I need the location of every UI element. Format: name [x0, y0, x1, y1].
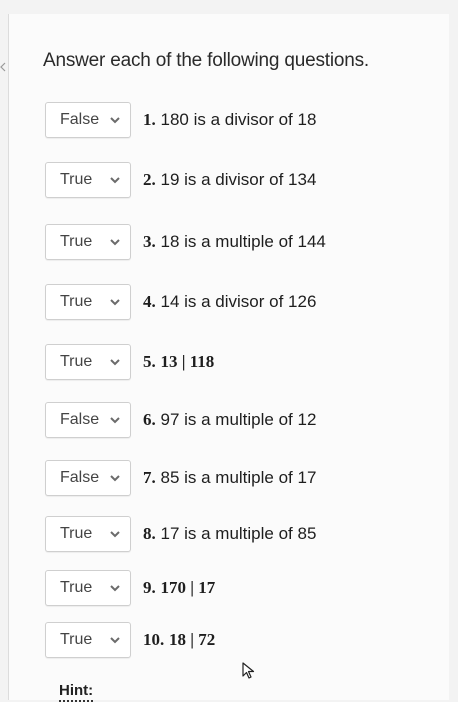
hint-link[interactable]: Hint: — [59, 682, 94, 702]
question-text: 10. 18 | 72 — [143, 630, 215, 650]
question-number: 6. — [143, 410, 156, 429]
dropdown-value: True — [60, 233, 93, 250]
dropdown-value: True — [60, 293, 93, 310]
question-text: 3. 18 is a multiple of 144 — [143, 232, 326, 252]
question-row: True 4. 14 is a divisor of 126 — [9, 284, 449, 324]
question-number: 3. — [143, 232, 156, 251]
scroll-left-icon — [0, 62, 6, 72]
question-statement: 19 is a divisor of 134 — [160, 170, 317, 189]
question-row: False 7. 85 is a multiple of 17 — [9, 460, 449, 500]
question-row: True 10. 18 | 72 — [9, 622, 449, 662]
chevron-down-icon — [110, 117, 120, 124]
dropdown-value: False — [60, 469, 100, 486]
question-statement: 85 is a multiple of 17 — [160, 468, 317, 487]
question-statement: 180 is a divisor of 18 — [160, 110, 317, 129]
question-number: 7. — [143, 468, 156, 487]
question-statement: 97 is a multiple of 12 — [160, 410, 317, 429]
question-number: 1. — [143, 110, 156, 129]
dropdown-value: True — [60, 631, 93, 648]
question-text: 8. 17 is a multiple of 85 — [143, 524, 316, 544]
question-text: 2. 19 is a divisor of 134 — [143, 170, 316, 190]
instructions-heading: Answer each of the following questions. — [43, 50, 369, 71]
question-number: 5. — [143, 352, 156, 371]
chevron-down-icon — [110, 417, 120, 424]
answer-dropdown-8[interactable]: True — [45, 516, 131, 552]
answer-dropdown-5[interactable]: True — [45, 344, 131, 380]
question-statement: 14 is a divisor of 126 — [160, 292, 317, 311]
question-row: True 3. 18 is a multiple of 144 — [9, 224, 449, 264]
question-statement: 13 | 118 — [160, 352, 215, 371]
answer-dropdown-1[interactable]: False — [45, 102, 131, 138]
question-row: False 1. 180 is a divisor of 18 — [9, 102, 449, 142]
question-number: 10. — [143, 630, 165, 649]
question-number: 4. — [143, 292, 156, 311]
answer-dropdown-6[interactable]: False — [45, 402, 131, 438]
answer-dropdown-7[interactable]: False — [45, 460, 131, 496]
question-row: True 2. 19 is a divisor of 134 — [9, 162, 449, 202]
chevron-down-icon — [110, 475, 120, 482]
chevron-down-icon — [110, 359, 120, 366]
answer-dropdown-9[interactable]: True — [45, 570, 131, 606]
chevron-down-icon — [110, 299, 120, 306]
chevron-down-icon — [110, 585, 120, 592]
chevron-down-icon — [110, 637, 120, 644]
chevron-down-icon — [110, 531, 120, 538]
question-text: 9. 170 | 17 — [143, 578, 215, 598]
question-row: True 9. 170 | 17 — [9, 570, 449, 610]
dropdown-value: True — [60, 579, 93, 596]
answer-dropdown-2[interactable]: True — [45, 162, 131, 198]
dropdown-value: True — [60, 353, 93, 370]
dropdown-value: True — [60, 525, 93, 542]
question-panel: Answer each of the following questions. … — [8, 14, 449, 702]
question-text: 1. 180 is a divisor of 18 — [143, 110, 316, 130]
question-text: 7. 85 is a multiple of 17 — [143, 468, 316, 488]
question-statement: 17 is a multiple of 85 — [160, 524, 317, 543]
question-statement: 18 | 72 — [168, 630, 216, 649]
chevron-down-icon — [110, 177, 120, 184]
chevron-down-icon — [110, 239, 120, 246]
question-number: 9. — [143, 578, 156, 597]
question-text: 5. 13 | 118 — [143, 352, 214, 372]
dropdown-value: False — [60, 111, 100, 128]
question-number: 2. — [143, 170, 156, 189]
mouse-pointer-icon — [242, 662, 255, 679]
question-text: 6. 97 is a multiple of 12 — [143, 410, 316, 430]
answer-dropdown-4[interactable]: True — [45, 284, 131, 320]
question-row: True 8. 17 is a multiple of 85 — [9, 516, 449, 556]
question-statement: 18 is a multiple of 144 — [160, 232, 326, 251]
question-text: 4. 14 is a divisor of 126 — [143, 292, 316, 312]
question-number: 8. — [143, 524, 156, 543]
question-row: True 5. 13 | 118 — [9, 344, 449, 384]
question-statement: 170 | 17 — [160, 578, 216, 597]
answer-dropdown-3[interactable]: True — [45, 224, 131, 260]
dropdown-value: True — [60, 171, 93, 188]
answer-dropdown-10[interactable]: True — [45, 622, 131, 658]
question-row: False 6. 97 is a multiple of 12 — [9, 402, 449, 442]
dropdown-value: False — [60, 411, 100, 428]
